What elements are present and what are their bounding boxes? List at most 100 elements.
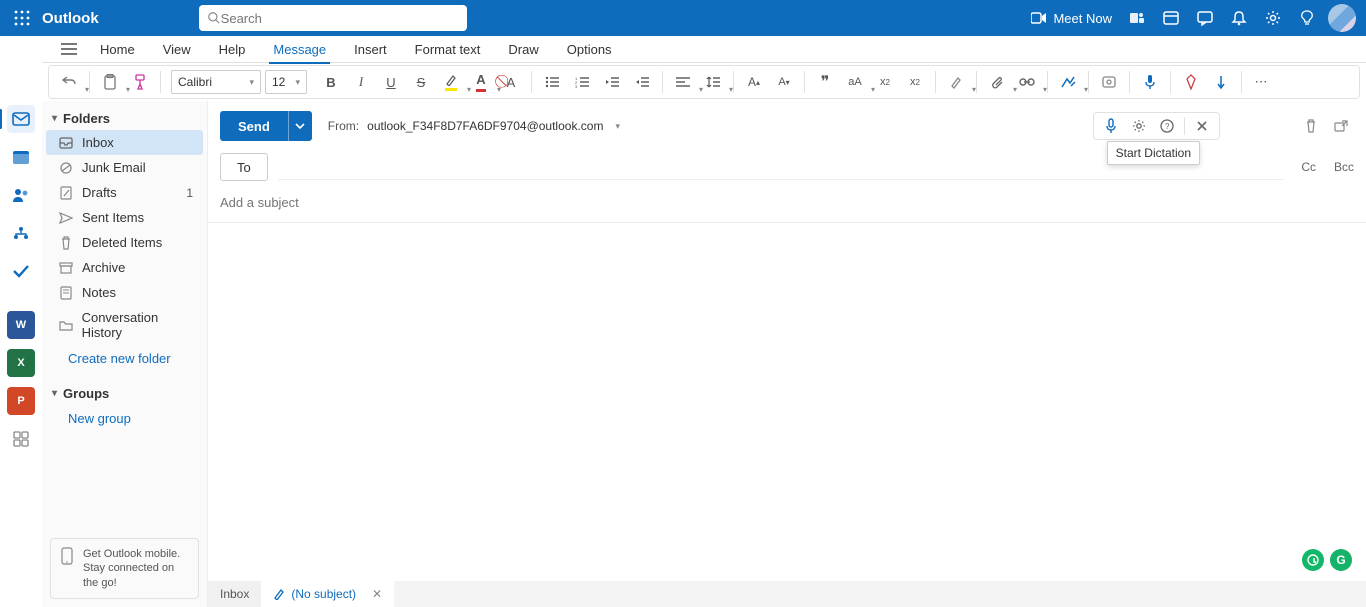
sensitivity-icon[interactable] [1177,68,1205,96]
mobile-promo[interactable]: Get Outlook mobile. Stay connected on th… [50,538,199,599]
rail-excel-icon[interactable]: X [7,349,35,377]
menu-home[interactable]: Home [86,36,149,63]
new-group-link[interactable]: New group [42,405,207,432]
app-launcher-icon[interactable] [6,2,38,34]
link-icon[interactable]: ▾ [1013,68,1041,96]
rail-calendar-icon[interactable] [7,143,35,171]
gear-icon[interactable] [1126,114,1152,138]
grammarly-icon-1[interactable] [1302,549,1324,571]
teams-icon[interactable] [1120,0,1154,36]
decrease-font-icon[interactable]: A▾ [770,68,798,96]
subscript-icon[interactable]: x2 [871,68,899,96]
chat-icon[interactable] [1188,0,1222,36]
paste-icon[interactable]: ▾ [96,68,124,96]
folder-sent[interactable]: Sent Items [42,205,207,230]
close-panel-icon[interactable] [1189,114,1215,138]
folder-label: Archive [82,260,125,275]
folders-section[interactable]: ▾ Folders [42,107,207,130]
italic-icon[interactable]: I [347,68,375,96]
menu-message[interactable]: Message [259,36,340,63]
editor-icon[interactable] [1207,68,1235,96]
menu-view[interactable]: View [149,36,205,63]
increase-font-icon[interactable]: A▴ [740,68,768,96]
line-spacing-icon[interactable]: ▾ [699,68,727,96]
rail-powerpoint-icon[interactable]: P [7,387,35,415]
menu-help[interactable]: Help [205,36,260,63]
popout-icon[interactable] [1328,113,1354,139]
format-painter-icon[interactable] [126,68,154,96]
settings-header-icon[interactable] [1256,0,1290,36]
notes-icon [58,286,74,300]
folder-archive[interactable]: Archive [42,255,207,280]
number-list-icon[interactable]: 123 [568,68,596,96]
create-folder-link[interactable]: Create new folder [42,345,207,372]
undo-icon[interactable]: ▾ [55,68,83,96]
folder-notes[interactable]: Notes [42,280,207,305]
attach-icon[interactable]: ▾ [983,68,1011,96]
align-icon[interactable]: ▾ [669,68,697,96]
discard-icon[interactable] [1298,113,1324,139]
signature-icon[interactable]: ▾ [1054,68,1082,96]
strikethrough-icon[interactable]: S [407,68,435,96]
highlight-icon[interactable]: ▾ [437,68,465,96]
menu-bar: Home View Help Message Insert Format tex… [42,36,1366,63]
rail-mail-icon[interactable] [7,105,35,133]
dictate-toolbar-icon[interactable] [1136,68,1164,96]
clear-format-icon[interactable]: A⃠ [497,68,525,96]
bold-icon[interactable]: B [317,68,345,96]
superscript-icon[interactable]: x2 [901,68,929,96]
increase-indent-icon[interactable] [628,68,656,96]
quote-icon[interactable]: ❞ [811,68,839,96]
rail-org-icon[interactable] [7,219,35,247]
tips-icon[interactable] [1290,0,1324,36]
tab-label: (No subject) [291,587,356,601]
from-dropdown-icon[interactable]: ▾ [615,121,620,132]
grammarly-icon-2[interactable]: G [1330,549,1352,571]
menu-options[interactable]: Options [553,36,626,63]
send-more-button[interactable] [288,111,312,141]
body-input[interactable] [220,231,1354,599]
from-address[interactable]: outlook_F34F8D7FA6DF9704@outlook.com [367,119,603,133]
menu-draw[interactable]: Draw [494,36,552,63]
font-size-selector[interactable]: 12▾ [265,70,307,94]
folder-conversation-history[interactable]: Conversation History [42,305,207,345]
menu-insert[interactable]: Insert [340,36,401,63]
tab-label: Inbox [220,587,249,601]
search-input[interactable] [221,11,459,26]
calendar-header-icon[interactable] [1154,0,1188,36]
styles-icon[interactable]: ▾ [942,68,970,96]
mic-icon[interactable] [1098,114,1124,138]
change-case-icon[interactable]: aA▾ [841,68,869,96]
rail-more-apps-icon[interactable] [7,425,35,453]
tab-draft[interactable]: (No subject) ✕ [261,581,394,607]
send-button[interactable]: Send [220,111,288,141]
folder-inbox[interactable]: Inbox [46,130,203,155]
rail-todo-icon[interactable] [7,257,35,285]
account-avatar[interactable] [1328,4,1356,32]
tab-inbox[interactable]: Inbox [208,581,261,607]
cc-link[interactable]: Cc [1301,160,1316,174]
to-button[interactable]: To [220,153,268,181]
font-selector[interactable]: Calibri▾ [171,70,261,94]
rail-word-icon[interactable]: W [7,311,35,339]
help-icon[interactable]: ? [1154,114,1180,138]
rail-people-icon[interactable] [7,181,35,209]
menu-format-text[interactable]: Format text [401,36,495,63]
subject-input[interactable] [220,191,1354,214]
loop-icon[interactable] [1095,68,1123,96]
meet-now-button[interactable]: Meet Now [1023,11,1120,26]
decrease-indent-icon[interactable] [598,68,626,96]
folder-drafts[interactable]: Drafts 1 [42,180,207,205]
search-box[interactable] [199,5,467,31]
groups-section[interactable]: ▾ Groups [42,382,207,405]
bcc-link[interactable]: Bcc [1334,160,1354,174]
font-color-icon[interactable]: A▾ [467,68,495,96]
notifications-icon[interactable] [1222,0,1256,36]
bullet-list-icon[interactable] [538,68,566,96]
hamburger-icon[interactable] [52,36,86,63]
folder-junk[interactable]: Junk Email [42,155,207,180]
close-icon[interactable]: ✕ [372,587,382,601]
more-toolbar-icon[interactable]: ⋯ [1248,68,1276,96]
folder-deleted[interactable]: Deleted Items [42,230,207,255]
underline-icon[interactable]: U [377,68,405,96]
